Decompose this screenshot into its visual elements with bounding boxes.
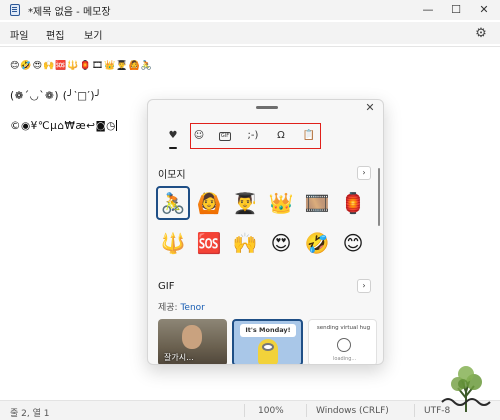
zoom-level: 100% xyxy=(258,406,284,416)
emoji-panel: ✕ ♥ ☺ GIF ;-) Ω 📋 이모지 › 🚴 🙆 👨‍🎓 👑 🎞️ 🏮 🔱… xyxy=(147,99,384,365)
menu-file[interactable]: 파일 xyxy=(10,27,28,42)
emoji-item[interactable]: 😍 xyxy=(264,226,298,260)
drag-handle[interactable] xyxy=(256,106,278,109)
gif-caption: sending virtual hug xyxy=(316,325,371,331)
gif-provider-prefix: 제공: xyxy=(158,303,181,313)
emoji-item[interactable]: 👑 xyxy=(264,186,298,220)
emoji-item[interactable]: 🙌 xyxy=(228,226,262,260)
panel-close-button[interactable]: ✕ xyxy=(363,101,377,115)
maximize-button[interactable]: ☐ xyxy=(442,0,470,20)
window-title: *제목 없음 - 메모장 xyxy=(28,7,111,18)
emoji-item[interactable]: 🔱 xyxy=(156,226,190,260)
emoji-item[interactable]: 🤣 xyxy=(300,226,334,260)
text-caret xyxy=(115,120,117,131)
editor-line-3-text: ©◉¥℃µ⌂₩æ↩◙◷ xyxy=(10,120,116,132)
panel-scrollbar[interactable] xyxy=(378,168,380,226)
gear-icon[interactable]: ⚙ xyxy=(472,25,490,43)
gif-more-button[interactable]: › xyxy=(357,279,371,293)
gif-goggle-image xyxy=(262,343,274,351)
emoji-item[interactable]: 🙆 xyxy=(192,186,226,220)
close-button[interactable]: ✕ xyxy=(470,0,498,20)
tenor-link[interactable]: Tenor xyxy=(180,303,204,313)
emoji-item[interactable]: 🚴 xyxy=(156,186,190,220)
gif-loading-text: loading... xyxy=(333,356,357,362)
gif-provider: 제공: Tenor xyxy=(158,300,205,313)
gif-hug-image xyxy=(337,338,351,352)
gif-thumbnail[interactable]: 잘가시... xyxy=(158,319,227,364)
title-bar: *제목 없음 - 메모장 — ☐ ✕ xyxy=(0,0,500,20)
menu-edit[interactable]: 편집 xyxy=(46,27,64,42)
symbols-icon: Ω xyxy=(277,130,285,141)
status-divider xyxy=(414,404,415,417)
cursor-position: 줄 2, 열 1 xyxy=(10,409,50,419)
gif-thumbnail[interactable]: It's Monday! xyxy=(232,319,303,364)
gif-section-title: GIF xyxy=(158,281,175,292)
editor-line-3: ©◉¥℃µ⌂₩æ↩◙◷ xyxy=(10,120,117,132)
emoji-item[interactable]: 🎞️ xyxy=(300,186,334,220)
minimize-button[interactable]: — xyxy=(414,0,442,20)
emoji-item[interactable]: 🆘 xyxy=(192,226,226,260)
gif-icon: GIF xyxy=(218,132,232,141)
editor-line-2: (❁´◡`❁) (╯‵□′)╯ xyxy=(10,90,102,102)
menu-view[interactable]: 보기 xyxy=(84,27,102,42)
emoji-item[interactable]: 🏮 xyxy=(336,186,370,220)
panel-tabs: ♥ ☺ GIF ;-) Ω 📋 xyxy=(148,118,383,154)
tab-gif[interactable]: GIF xyxy=(214,127,236,145)
tab-kaomoji[interactable]: ;-) xyxy=(242,127,264,145)
heart-icon: ♥ xyxy=(168,130,178,141)
tab-clipboard[interactable]: 📋 xyxy=(298,127,320,145)
status-divider xyxy=(244,404,245,417)
smiley-icon: ☺ xyxy=(193,130,205,141)
kaomoji-icon: ;-) xyxy=(247,130,259,141)
gif-banner: It's Monday! xyxy=(240,324,296,337)
notepad-icon xyxy=(10,4,20,16)
tab-emoji[interactable]: ☺ xyxy=(188,127,210,145)
emoji-item[interactable]: 😊 xyxy=(336,226,370,260)
status-bar: 줄 2, 열 1 100% Windows (CRLF) UTF-8 xyxy=(0,400,500,420)
emoji-item[interactable]: 👨‍🎓 xyxy=(228,186,262,220)
editor-line-1: 😊🤣😍🙌🆘🔱🏮🎞👑👨‍🎓🙆🚴 xyxy=(10,61,154,71)
gif-caption: 잘가시... xyxy=(164,353,194,362)
line-ending: Windows (CRLF) xyxy=(316,406,389,416)
status-divider xyxy=(306,404,307,417)
tab-recent[interactable]: ♥ xyxy=(162,127,184,149)
tree-watermark-logo xyxy=(441,366,491,412)
gif-thumbnail[interactable]: sending virtual hug loading... xyxy=(308,319,377,364)
gif-person-image xyxy=(182,325,202,349)
menu-bar: 파일 편집 보기 ⚙ xyxy=(0,22,500,44)
emoji-section-title: 이모지 xyxy=(158,170,186,181)
tab-symbols[interactable]: Ω xyxy=(270,127,292,145)
clipboard-icon: 📋 xyxy=(302,130,316,141)
emoji-more-button[interactable]: › xyxy=(357,166,371,180)
